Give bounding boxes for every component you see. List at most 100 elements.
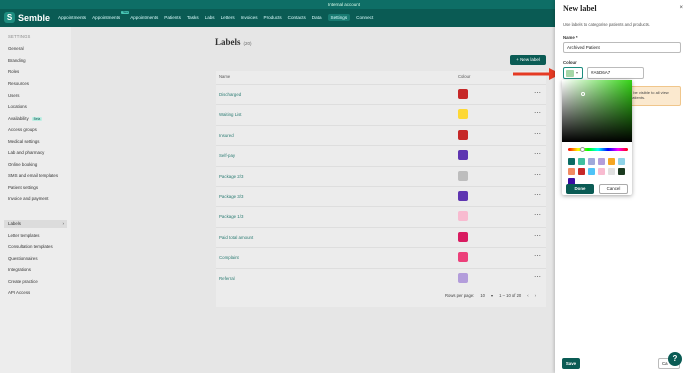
sidebar-item-availability[interactable]: Availability Beta: [8, 116, 43, 121]
more-options-icon[interactable]: ⋯: [534, 211, 541, 219]
sidebar-item-medical-settings[interactable]: Medical settings: [8, 139, 39, 144]
table-row[interactable]: Referral ⋯: [216, 267, 546, 288]
next-page-icon[interactable]: ›: [535, 293, 536, 298]
preset-colour-swatch[interactable]: [568, 168, 575, 175]
table-row[interactable]: Package 2/3 ⋯: [216, 165, 546, 186]
nav-item-appointments[interactable]: Appointments: [58, 15, 86, 21]
table-row[interactable]: Complaint ⋯: [216, 247, 546, 267]
sidebar-item-users[interactable]: Users: [8, 93, 19, 98]
label-name[interactable]: Discharged: [219, 92, 241, 97]
sidebar-item-invoice-payment[interactable]: Invoice and payment: [8, 196, 49, 201]
preset-colour-swatch[interactable]: [588, 168, 595, 175]
label-name[interactable]: Paid total amount: [219, 235, 253, 240]
chevron-right-icon: ›: [62, 221, 64, 226]
more-options-icon[interactable]: ⋯: [534, 273, 541, 281]
save-button[interactable]: Save: [562, 358, 580, 369]
rows-per-page-label: Rows per page:: [445, 293, 475, 298]
name-input[interactable]: Archived Patient: [563, 42, 681, 53]
colour-cursor[interactable]: [581, 92, 585, 96]
preset-colour-swatch[interactable]: [618, 168, 625, 175]
more-options-icon[interactable]: ⋯: [534, 191, 541, 199]
sidebar-item-branding[interactable]: Branding: [8, 58, 26, 63]
sidebar-item-label: Labels: [8, 221, 21, 226]
sidebar-item-labels[interactable]: Labels ›: [4, 220, 67, 228]
sidebar-item-api-access[interactable]: API Access: [8, 290, 30, 295]
label-colour-swatch: [458, 211, 468, 222]
table-row[interactable]: Waiting List ⋯: [216, 104, 546, 124]
preset-colour-swatch[interactable]: [608, 168, 615, 175]
done-button[interactable]: Done: [566, 184, 594, 194]
sidebar-item-integrations[interactable]: Integrations: [8, 267, 31, 272]
close-icon[interactable]: ×: [679, 5, 683, 11]
preset-colour-swatch[interactable]: [608, 158, 615, 165]
sidebar-item-patient-settings[interactable]: Patient settings: [8, 185, 38, 190]
more-options-icon[interactable]: ⋯: [534, 109, 541, 117]
sidebar-item-consultation-templates[interactable]: Consultation templates: [8, 244, 53, 249]
label-name[interactable]: Package 3/3: [219, 194, 243, 199]
hex-colour-input[interactable]: #A5D6A7: [587, 67, 644, 79]
nav-item-patients[interactable]: Patients: [164, 15, 181, 21]
sidebar-item-create-practice[interactable]: Create practice: [8, 279, 38, 284]
nav-item-appointments-new[interactable]: AppointmentsNew: [92, 11, 129, 21]
label-name[interactable]: Package 2/3: [219, 174, 243, 179]
pagination: Rows per page: 10 ▾ 1 – 10 of 20 ‹ ›: [445, 293, 536, 298]
sidebar-item-lab-and-pharmacy[interactable]: Lab and pharmacy: [8, 150, 44, 155]
label-colour-swatch: [458, 150, 468, 161]
rows-per-page-select[interactable]: 10: [480, 293, 485, 298]
prev-page-icon[interactable]: ‹: [527, 293, 528, 298]
label-name[interactable]: Complaint: [219, 255, 239, 260]
nav-item-invoices[interactable]: Invoices: [241, 15, 258, 21]
new-label-button[interactable]: + New label: [510, 55, 546, 65]
app-logo[interactable]: S Semble: [4, 12, 50, 23]
sidebar-item-roles[interactable]: Roles: [8, 69, 19, 74]
nav-item-products[interactable]: Products: [264, 15, 282, 21]
sidebar-item-general[interactable]: General: [8, 46, 24, 51]
label-name[interactable]: Waiting List: [219, 112, 242, 117]
colour-picker-button[interactable]: ▾: [563, 67, 583, 79]
table-row[interactable]: Package 3/3 ⋯: [216, 186, 546, 206]
more-options-icon[interactable]: ⋯: [534, 130, 541, 138]
sidebar-item-letter-templates[interactable]: Letter templates: [8, 233, 39, 238]
more-options-icon[interactable]: ⋯: [534, 89, 541, 97]
nav-item-appointments-new-2[interactable]: Appointments New: [122, 11, 158, 21]
sidebar-item-locations[interactable]: Locations: [8, 104, 27, 109]
more-options-icon[interactable]: ⋯: [534, 252, 541, 260]
table-row[interactable]: Paid total amount ⋯: [216, 226, 546, 247]
nav-item-data[interactable]: Data: [312, 15, 322, 21]
sidebar-item-resources[interactable]: Resources: [8, 81, 29, 86]
sidebar-item-access-groups[interactable]: Access groups: [8, 127, 37, 132]
preset-colour-swatch[interactable]: [598, 158, 605, 165]
more-options-icon[interactable]: ⋯: [534, 232, 541, 240]
saturation-value-area[interactable]: [562, 80, 632, 142]
nav-item-letters[interactable]: Letters: [221, 15, 235, 21]
preset-colour-swatch[interactable]: [618, 158, 625, 165]
table-row[interactable]: Insured ⋯: [216, 124, 546, 145]
preset-colour-swatch[interactable]: [578, 158, 585, 165]
label-name[interactable]: Package 1/3: [219, 214, 243, 219]
preset-colour-swatch[interactable]: [568, 158, 575, 165]
table-row[interactable]: Package 1/3 ⋯: [216, 206, 546, 226]
sidebar-item-sms-email-templates[interactable]: SMS and email templates: [8, 173, 58, 178]
more-options-icon[interactable]: ⋯: [534, 150, 541, 158]
nav-item-settings[interactable]: Settings: [327, 14, 351, 21]
sidebar-item-questionnaires[interactable]: Questionnaires: [8, 256, 38, 261]
nav-item-contacts[interactable]: Contacts: [288, 15, 306, 21]
nav-item-connect[interactable]: Connect: [356, 15, 373, 21]
picker-cancel-button[interactable]: Cancel: [599, 184, 628, 194]
preset-colour-swatch[interactable]: [588, 158, 595, 165]
chevron-down-icon: ▾: [491, 293, 494, 298]
nav-item-tasks[interactable]: Tasks: [187, 15, 199, 21]
preset-colour-swatch[interactable]: [578, 168, 585, 175]
more-options-icon[interactable]: ⋯: [534, 171, 541, 179]
help-icon[interactable]: ?: [668, 352, 682, 366]
table-row[interactable]: Discharged ⋯: [216, 84, 546, 104]
preset-colour-swatch[interactable]: [598, 168, 605, 175]
table-row[interactable]: Self-pay ⋯: [216, 145, 546, 165]
label-name[interactable]: Referral: [219, 276, 235, 281]
nav-item-labs[interactable]: Labs: [205, 15, 215, 21]
hue-slider[interactable]: [568, 148, 628, 151]
label-name[interactable]: Insured: [219, 133, 234, 138]
sidebar-item-online-booking[interactable]: Online booking: [8, 162, 37, 167]
hue-slider-handle[interactable]: [580, 147, 585, 152]
label-name[interactable]: Self-pay: [219, 153, 235, 158]
